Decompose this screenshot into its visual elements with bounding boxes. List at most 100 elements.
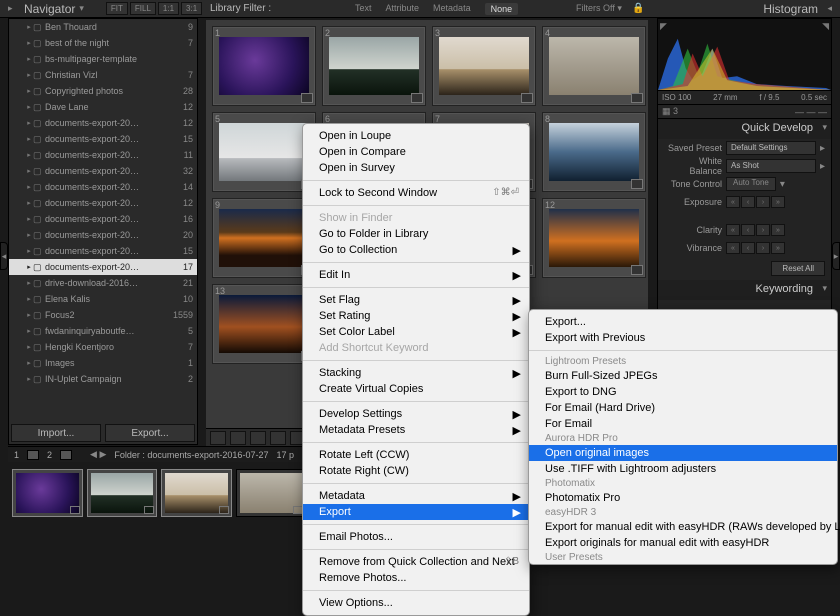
export-button[interactable]: Export...	[105, 424, 195, 442]
navigator-label[interactable]: Navigator	[24, 2, 75, 16]
menu-item[interactable]: Open in Compare	[303, 144, 529, 160]
expand-icon[interactable]: ▸	[25, 199, 33, 207]
grid-view-button[interactable]	[210, 431, 226, 445]
filter-lock-icon[interactable]: 🔒	[632, 3, 644, 14]
expand-icon[interactable]: ▸	[25, 263, 33, 271]
expand-icon[interactable]: ▸	[25, 183, 33, 191]
menu-item[interactable]: Open original images	[529, 445, 837, 461]
expand-icon[interactable]: ▸	[25, 71, 33, 79]
expand-icon[interactable]: ▸	[25, 359, 33, 367]
zoom-fill[interactable]: FILL	[130, 2, 156, 15]
folder-row[interactable]: ▸▢drive-download-2016…21	[9, 275, 197, 291]
folder-row[interactable]: ▸▢Focus21559	[9, 307, 197, 323]
keywording-header[interactable]: Keywording	[658, 280, 831, 300]
menu-item[interactable]: Open in Survey	[303, 160, 529, 176]
menu-item[interactable]: View Options...	[303, 595, 529, 611]
folder-row[interactable]: ▸▢documents-export-20…17	[9, 259, 197, 275]
context-submenu-export[interactable]: Export...Export with PreviousLightroom P…	[528, 309, 838, 565]
menu-item[interactable]: Rotate Left (CCW)	[303, 447, 529, 463]
collapse-icon[interactable]: ▸	[820, 161, 825, 172]
cell-badge-icon[interactable]	[411, 93, 423, 103]
expand-icon[interactable]: ▸	[25, 167, 33, 175]
menu-item[interactable]: Set Color Label▶	[303, 324, 529, 340]
folder-row[interactable]: ▸▢documents-export-20…11	[9, 147, 197, 163]
menu-item[interactable]: Metadata Presets▶	[303, 422, 529, 438]
folder-row[interactable]: ▸▢best of the night7	[9, 35, 197, 51]
menu-item[interactable]: Metadata▶	[303, 488, 529, 504]
folder-row[interactable]: ▸▢Copyrighted photos28	[9, 83, 197, 99]
filters-off[interactable]: Filters Off ▾	[576, 3, 622, 14]
clarity-stepper[interactable]: «‹›»	[726, 224, 785, 236]
cell-badge-icon[interactable]	[301, 93, 313, 103]
expand-icon[interactable]: ▸	[25, 87, 33, 95]
menu-item[interactable]: Remove Photos...	[303, 570, 529, 586]
navigator-disclose[interactable]: ▾	[79, 3, 84, 14]
expand-icon[interactable]: ▸	[25, 311, 33, 319]
folder-row[interactable]: ▸▢documents-export-20…15	[9, 131, 197, 147]
expand-icon[interactable]: ▸	[25, 23, 33, 31]
menu-item[interactable]: Export...	[529, 314, 837, 330]
menu-item[interactable]: Stacking▶	[303, 365, 529, 381]
menu-item[interactable]: Remove from Quick Collection and Next⇧B	[303, 554, 529, 570]
grid-cell[interactable]: 8	[542, 112, 646, 192]
saved-preset-select[interactable]: Default Settings	[726, 141, 816, 155]
loupe-view-button[interactable]	[230, 431, 246, 445]
zoom-3to1[interactable]: 3:1	[181, 2, 202, 15]
folder-row[interactable]: ▸▢documents-export-20…12	[9, 115, 197, 131]
folder-row[interactable]: ▸▢bs-multipager-template	[9, 51, 197, 67]
menu-item[interactable]: Edit In▶	[303, 267, 529, 283]
grid-cell[interactable]: 13	[212, 284, 316, 364]
folder-path[interactable]: Folder : documents-export-2016-07-27	[114, 450, 268, 460]
cell-badge-icon[interactable]	[521, 93, 533, 103]
cell-badge-icon[interactable]	[631, 265, 643, 275]
folder-row[interactable]: ▸▢documents-export-20…12	[9, 195, 197, 211]
folder-row[interactable]: ▸▢Elena Kalis10	[9, 291, 197, 307]
grid-cell[interactable]: 5	[212, 112, 316, 192]
grid-cell[interactable]: 2	[322, 26, 426, 106]
expand-icon[interactable]: ▸	[25, 151, 33, 159]
expand-icon[interactable]: ▸	[25, 119, 33, 127]
folder-row[interactable]: ▸▢Images1	[9, 355, 197, 371]
folder-row[interactable]: ▸▢IN-Uplet Campaign2	[9, 371, 197, 387]
histogram-label[interactable]: Histogram	[763, 2, 818, 16]
folder-row[interactable]: ▸▢Hengki Koentjoro7	[9, 339, 197, 355]
reset-all-button[interactable]: Reset All	[771, 261, 825, 276]
menu-item[interactable]: Lock to Second Window⇧⌘⏎	[303, 185, 529, 201]
menu-item[interactable]: Set Flag▶	[303, 292, 529, 308]
histogram-clip-right-icon[interactable]: ◥	[822, 21, 829, 32]
menu-item[interactable]: Go to Folder in Library	[303, 226, 529, 242]
expand-icon[interactable]: ▸	[25, 247, 33, 255]
filter-none[interactable]: None	[485, 3, 519, 15]
right-blade[interactable]: ▸	[832, 242, 840, 270]
expand-icon[interactable]: ▸	[25, 343, 33, 351]
menu-item[interactable]: For Email (Hard Drive)	[529, 400, 837, 416]
expand-icon[interactable]: ▸	[25, 103, 33, 111]
filmstrip-thumb[interactable]	[236, 469, 307, 517]
expand-icon[interactable]: ▸	[25, 215, 33, 223]
folder-row[interactable]: ▸▢Christian Vizl7	[9, 67, 197, 83]
histogram-clip-left-icon[interactable]: ◤	[660, 21, 667, 32]
folder-row[interactable]: ▸▢documents-export-20…14	[9, 179, 197, 195]
grid-cell[interactable]: 4	[542, 26, 646, 106]
menu-item[interactable]: Rotate Right (CW)	[303, 463, 529, 479]
expand-icon[interactable]: ▸	[25, 295, 33, 303]
collapse-icon[interactable]: ▾	[780, 179, 785, 190]
grid-cell[interactable]: 9	[212, 198, 316, 278]
menu-item[interactable]: Photomatix Pro	[529, 490, 837, 506]
folder-row[interactable]: ▸▢Ben Thouard9	[9, 19, 197, 35]
filter-text[interactable]: Text	[355, 3, 372, 15]
white-balance-select[interactable]: As Shot	[726, 159, 816, 173]
folder-row[interactable]: ▸▢fwdaninquiryaboutfe…5	[9, 323, 197, 339]
cell-badge-icon[interactable]	[631, 93, 643, 103]
zoom-1to1[interactable]: 1:1	[158, 2, 179, 15]
cell-badge-icon[interactable]	[631, 179, 643, 189]
menu-item[interactable]: Go to Collection▶	[303, 242, 529, 258]
folder-row[interactable]: ▸▢documents-export-20…32	[9, 163, 197, 179]
exposure-stepper[interactable]: «‹›»	[726, 196, 785, 208]
menu-item[interactable]: For Email	[529, 416, 837, 432]
menu-item[interactable]: Email Photos...	[303, 529, 529, 545]
histogram-disclose[interactable]: ◂	[827, 3, 832, 14]
menu-item[interactable]: Open in Loupe	[303, 128, 529, 144]
filmstrip-thumb[interactable]	[87, 469, 158, 517]
collapse-icon[interactable]: ▸	[820, 143, 825, 154]
